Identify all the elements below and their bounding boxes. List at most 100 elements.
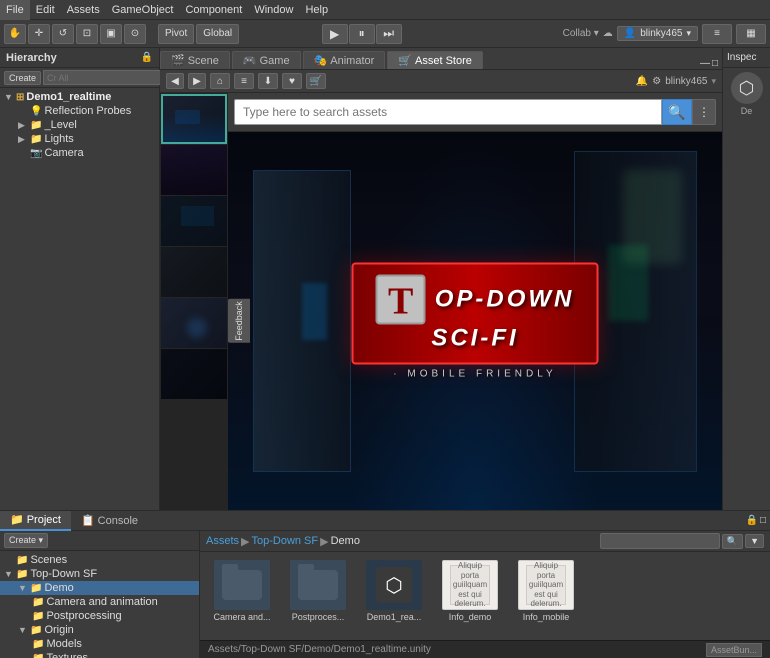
download-btn[interactable]: ⬇ (258, 73, 278, 89)
origin-icon: 📁 (30, 625, 42, 636)
tab-close-btn[interactable]: — (700, 58, 710, 69)
menu-file[interactable]: File (0, 0, 30, 20)
banner-subtitle: · MOBILE FRIENDLY (352, 369, 599, 380)
tab-max-btn[interactable]: □ (712, 58, 718, 69)
tab-animator[interactable]: 🎭 Animator (303, 51, 386, 69)
layers-btn[interactable]: ≡ (702, 24, 732, 44)
demo-icon: 📁 (30, 583, 42, 594)
menu-component[interactable]: Component (179, 0, 248, 20)
menu-help[interactable]: Help (299, 0, 334, 20)
ptree-textures[interactable]: 📁 Textures (0, 651, 199, 658)
list-btn[interactable]: ≡ (234, 73, 254, 89)
heart-btn[interactable]: ♥ (282, 73, 302, 89)
thumb-1[interactable] (161, 94, 227, 144)
file-postprocess[interactable]: Postproces... (284, 560, 352, 623)
bottom-max-icon[interactable]: □ (760, 515, 766, 526)
ptree-demo[interactable]: ▼ 📁 Demo (0, 581, 199, 595)
file-info-mobile[interactable]: Aliquip porta guiilquam est qui delerum.… (512, 560, 580, 623)
search-input[interactable] (234, 99, 662, 125)
search-bar: 🔍 ⋮ (228, 93, 722, 132)
breadcrumb: Assets ▶ Top-Down SF ▶ Demo (206, 535, 360, 548)
menu-edit[interactable]: Edit (30, 0, 61, 20)
thumb-6[interactable] (161, 349, 227, 399)
ptree-scenes[interactable]: 📁 Scenes (0, 553, 199, 567)
toolbar-btn-rect[interactable]: ▣ (100, 24, 122, 44)
bc-demo[interactable]: Demo (331, 535, 360, 547)
ptree-models[interactable]: 📁 Models (0, 637, 199, 651)
hierarchy-item-lights[interactable]: ▶ 📁 Lights (0, 132, 159, 146)
file-camera-anim[interactable]: Camera and... (208, 560, 276, 623)
create-btn[interactable]: Create (4, 71, 41, 85)
pivot-button[interactable]: Pivot (158, 24, 194, 44)
asset-bundle-btn[interactable]: AssetBun... (706, 643, 762, 657)
toolbar-btn-move[interactable]: ✛ (28, 24, 50, 44)
play-button[interactable]: ▶ (322, 24, 348, 44)
hierarchy-item-reflection[interactable]: 💡 Reflection Probes (0, 104, 159, 118)
hierarchy-panel: Hierarchy 🔒 Create ▼ ⊞ Demo1_realtime 💡 … (0, 48, 160, 510)
feedback-tab[interactable]: Feedback (228, 299, 250, 343)
tab-project[interactable]: 📁 Project (0, 511, 71, 531)
project-tab-icon: 📁 (10, 513, 24, 526)
toolbar-btn-rotate[interactable]: ↺ (52, 24, 74, 44)
file-browser-header: Assets ▶ Top-Down SF ▶ Demo 🔍 ▼ (200, 531, 770, 552)
search-button[interactable]: 🔍 (662, 99, 692, 125)
global-button[interactable]: Global (196, 24, 239, 44)
inspector-de-label: De (741, 106, 753, 116)
tab-game[interactable]: 🎮 Game (232, 51, 301, 69)
tab-scene[interactable]: 🎬 Scene (160, 51, 230, 69)
tab-asset-store[interactable]: 🛒 Asset Store (387, 51, 483, 69)
file-info-demo[interactable]: Aliquip porta guiilquam est qui delerum.… (436, 560, 504, 623)
scene-tab-icon: 🎬 (171, 54, 185, 67)
layout-btn[interactable]: ▦ (736, 24, 766, 44)
account-btn[interactable]: 👤 blinky465 ▾ (617, 26, 698, 41)
banner-title-text: OP-DOWN SCI-FI (431, 286, 574, 352)
ptree-topdownsf[interactable]: ▼ 📁 Top-Down SF (0, 567, 199, 581)
inspector-content: ⬡ De (723, 68, 770, 120)
models-icon: 📁 (32, 639, 44, 650)
level-arrow: ▶ (18, 120, 28, 131)
nav-back[interactable]: ◀ (166, 73, 184, 89)
thumb-2[interactable] (161, 145, 227, 195)
menu-assets[interactable]: Assets (61, 0, 106, 20)
bc-assets[interactable]: Assets (206, 535, 239, 547)
thumb-3[interactable] (161, 196, 227, 246)
hierarchy-search[interactable] (43, 70, 168, 85)
search-options-btn[interactable]: ⋮ (692, 99, 716, 125)
menu-gameobject[interactable]: GameObject (106, 0, 180, 20)
hierarchy-item-level[interactable]: ▶ 📁 _Level (0, 118, 159, 132)
toolbar-btn-scale[interactable]: ⊡ (76, 24, 98, 44)
thumb-4[interactable] (161, 247, 227, 297)
browser-search-btn[interactable]: 🔍 (722, 534, 743, 549)
bottom-lock-icon[interactable]: 🔒 (746, 515, 758, 526)
bc-topdownsf[interactable]: Top-Down SF (251, 535, 318, 547)
models-label: Models (46, 638, 81, 650)
pause-button[interactable]: ⏸ (349, 24, 375, 44)
ptree-postprocessing[interactable]: 📁 Postprocessing (0, 609, 199, 623)
ptree-origin[interactable]: ▼ 📁 Origin (0, 623, 199, 637)
main-preview: 🔍 ⋮ (228, 93, 722, 510)
ptree-camera-anim[interactable]: 📁 Camera and animation (0, 595, 199, 609)
cart-btn[interactable]: 🛒 (306, 73, 326, 89)
project-toolbar: Create ▾ (0, 531, 199, 551)
file-demo1-unity[interactable]: ⬡ Demo1_rea... (360, 560, 428, 623)
user-badge[interactable]: blinky465 (665, 76, 707, 87)
toolbar-btn-hand[interactable]: ✋ (4, 24, 26, 44)
step-button[interactable]: ⏭ (376, 24, 402, 44)
project-create-btn[interactable]: Create ▾ (4, 533, 48, 548)
nav-forward[interactable]: ▶ (188, 73, 206, 89)
hierarchy-item-camera[interactable]: 📷 Camera (0, 146, 159, 160)
thumb-5[interactable] (161, 298, 227, 348)
hierarchy-root[interactable]: ▼ ⊞ Demo1_realtime (0, 90, 159, 104)
hierarchy-lock[interactable]: 🔒 (141, 52, 153, 63)
thumbnail-strip (160, 93, 228, 510)
menu-window[interactable]: Window (248, 0, 299, 20)
browser-filter-btn[interactable]: ▼ (745, 534, 764, 548)
toolbar-btn-transform[interactable]: ⊙ (124, 24, 146, 44)
lights-arrow: ▶ (18, 134, 28, 145)
browser-search-input[interactable] (600, 533, 720, 549)
tab-console[interactable]: 📋 Console (71, 511, 148, 531)
home-btn[interactable]: ⌂ (210, 73, 230, 89)
scenes-label: Scenes (30, 554, 67, 566)
account-arrow: ▾ (686, 28, 691, 39)
post-icon: 📁 (32, 611, 44, 622)
